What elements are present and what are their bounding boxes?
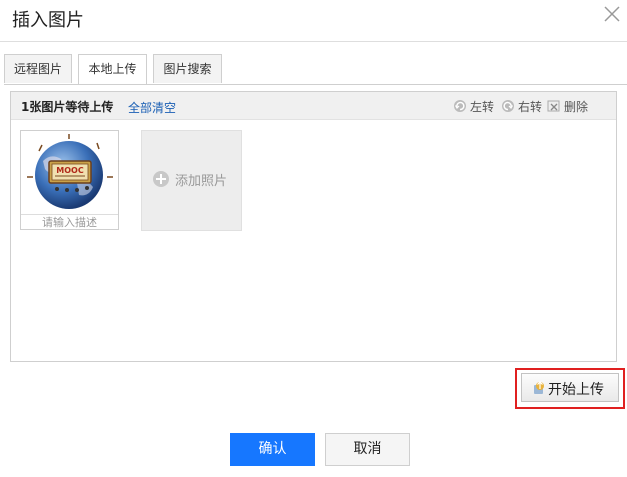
thumbnail-logo-text: MOOC xyxy=(56,166,84,175)
plus-icon xyxy=(153,171,169,187)
clear-all-link[interactable]: 全部清空 xyxy=(128,99,176,116)
rotate-right-label: 右转 xyxy=(518,100,543,114)
rotate-left-label: 左转 xyxy=(470,100,495,114)
rotate-right-icon xyxy=(502,100,514,112)
upload-panel: 1张图片等待上传 全部清空 左转 右转 删除 MOOC 请输入描述 添加照片 xyxy=(10,91,617,362)
title-divider xyxy=(0,41,627,42)
tab-image-search[interactable]: 图片搜索 xyxy=(153,54,222,83)
description-input[interactable]: 请输入描述 xyxy=(21,214,118,230)
thumbnail-image: MOOC xyxy=(21,131,118,213)
close-icon[interactable] xyxy=(600,2,624,26)
image-thumbnail[interactable]: MOOC 请输入描述 xyxy=(20,130,119,230)
cancel-button[interactable]: 取消 xyxy=(325,433,410,466)
upload-icon xyxy=(534,381,544,394)
rotate-left-icon xyxy=(454,100,466,112)
queue-count: 1张图片等待上传 xyxy=(21,100,114,114)
add-photo-label: 添加照片 xyxy=(175,174,228,189)
confirm-button[interactable]: 确认 xyxy=(230,433,315,466)
delete-label: 删除 xyxy=(564,100,589,114)
add-photo-button[interactable]: 添加照片 xyxy=(141,130,242,231)
tab-local-upload[interactable]: 本地上传 xyxy=(78,54,147,85)
rotate-right-button[interactable]: 右转 xyxy=(501,98,545,114)
dialog-title: 插入图片 xyxy=(12,10,84,31)
rotate-left-button[interactable]: 左转 xyxy=(453,98,497,114)
tab-divider xyxy=(4,84,627,85)
tab-remote-image[interactable]: 远程图片 xyxy=(4,54,72,83)
queue-header: 1张图片等待上传 全部清空 左转 右转 删除 xyxy=(11,92,616,120)
start-upload-label: 开始上传 xyxy=(548,382,604,398)
start-upload-button[interactable]: 开始上传 xyxy=(521,373,619,402)
delete-icon xyxy=(547,100,560,112)
delete-button[interactable]: 删除 xyxy=(547,98,593,114)
